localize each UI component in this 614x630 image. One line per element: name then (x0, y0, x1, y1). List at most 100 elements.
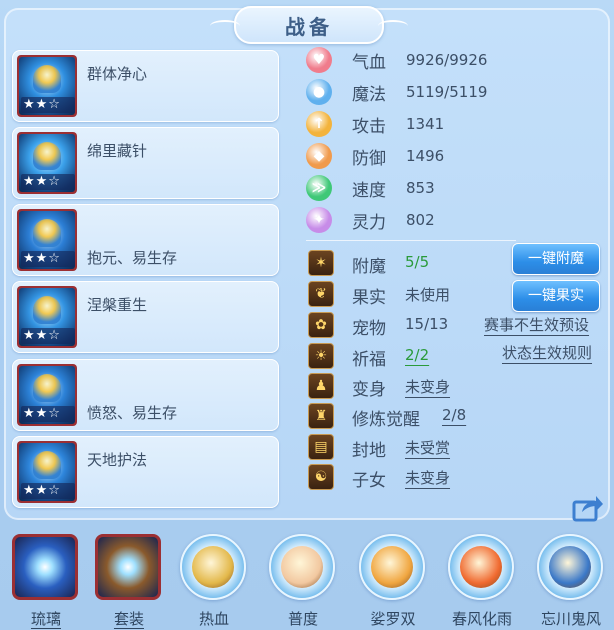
skill-name: 涅槃重生 (87, 296, 148, 314)
star-rating: ★★☆ (21, 328, 75, 344)
stat-label: 魔法 (352, 84, 386, 105)
skill-thumbnail: ★★☆ (17, 55, 77, 117)
stat-label: 防御 (352, 148, 386, 169)
skill-card[interactable]: ★★☆ 群体净心 (12, 50, 279, 122)
sword-icon: ↑ (306, 111, 332, 137)
stat-row: ● 魔法 5119/5119 (306, 78, 606, 106)
star-rating: ★★☆ (21, 483, 75, 499)
tab-label: 热血 (198, 610, 229, 628)
enchant-icon: ✶ (308, 250, 334, 276)
stat-label: 灵力 (352, 212, 386, 233)
status-label: 宠物 (352, 319, 386, 339)
stat-label: 速度 (352, 180, 386, 201)
skill-name: 群体净心 (87, 65, 148, 83)
fruit-icon: ❦ (308, 281, 334, 307)
status-label: 子女 (352, 471, 386, 491)
star-rating: ★★☆ (21, 406, 75, 422)
star-rating: ★★☆ (21, 97, 75, 113)
stat-value: 802 (406, 211, 435, 229)
stat-label: 气血 (352, 52, 386, 73)
stat-value: 1496 (406, 147, 445, 165)
bottom-tab[interactable]: 忘川鬼风 (531, 526, 611, 630)
child-icon: ☯ (308, 464, 334, 490)
stat-value: 9926/9926 (406, 51, 488, 69)
page-title: 战备 (285, 14, 333, 39)
mana-icon: ● (306, 79, 332, 105)
status-label: 变身 (352, 380, 386, 400)
skill-card[interactable]: ★★☆ 抱元、易生存 (12, 204, 279, 276)
status-row: ♟ 变身 未变身 (308, 371, 608, 401)
status-effect-rules-link[interactable]: 状态生效规则 (502, 342, 592, 363)
status-label: 修炼觉醒 (352, 410, 420, 430)
bottom-tab[interactable]: 琉璃 (6, 526, 86, 630)
hot-blood-icon (180, 534, 246, 600)
transform-icon: ♟ (308, 373, 334, 399)
status-row: ▤ 封地 未受赏 (308, 432, 608, 462)
bottom-tab[interactable]: 春风化雨 (442, 526, 522, 630)
stat-value: 853 (406, 179, 435, 197)
stat-row: ↑ 攻击 1341 (306, 110, 606, 138)
skill-name: 抱元、易生存 (87, 249, 178, 267)
stat-value: 1341 (406, 115, 445, 133)
skill-thumbnail: ★★☆ (17, 286, 77, 348)
status-value[interactable]: 未变身 (405, 467, 450, 488)
ghost-wind-icon (537, 534, 603, 600)
bottom-tab[interactable]: 普度 (263, 526, 343, 630)
tab-label: 普度 (287, 610, 318, 628)
skill-thumbnail: ★★☆ (17, 209, 77, 271)
skill-art-icon: ★★☆ (19, 211, 75, 269)
heart-icon: ♥ (306, 47, 332, 73)
status-value[interactable]: 2/8 (442, 406, 466, 424)
blessing-icon: ☀ (308, 343, 334, 369)
status-value[interactable]: 2/2 (405, 346, 429, 364)
event-no-effect-preset-link[interactable]: 赛事不生效预设 (484, 314, 589, 335)
bottom-tab[interactable]: 娑罗双 (353, 526, 433, 630)
shield-icon: ◆ (306, 143, 332, 169)
status-label: 祈福 (352, 350, 386, 370)
bottom-tab-bar: 琉璃 套装 热血 普度 娑罗双 春风化雨 忘川鬼风 (0, 526, 614, 630)
status-value[interactable]: 未变身 (405, 376, 450, 397)
status-value: 5/5 (405, 253, 430, 271)
skill-art-icon: ★★☆ (19, 134, 75, 192)
sala-icon (359, 534, 425, 600)
skill-name: 天地护法 (87, 451, 148, 469)
status-value: 未使用 (405, 286, 451, 304)
skill-card[interactable]: ★★☆ 天地护法 (12, 436, 279, 508)
stat-row: ✦ 灵力 802 (306, 206, 606, 234)
title-right-ornament (378, 20, 408, 32)
speed-icon: ≫ (306, 175, 332, 201)
title-left-ornament (210, 20, 240, 32)
status-value: 15/13 (405, 315, 449, 333)
status-label: 附魔 (352, 257, 386, 277)
skill-name: 愤怒、易生存 (87, 404, 178, 422)
bottom-tab[interactable]: 套装 (89, 526, 169, 630)
skill-art-icon: ★★☆ (19, 57, 75, 115)
title-plaque: 战备 (210, 6, 408, 44)
one-click-enchant-button[interactable]: 一键附魔 (512, 243, 600, 275)
stat-row: ♥ 气血 9926/9926 (306, 46, 606, 74)
skill-art-icon: ★★☆ (19, 366, 75, 424)
stats-divider (306, 240, 516, 241)
skill-name: 绵里藏针 (87, 142, 148, 160)
bottom-tab[interactable]: 热血 (174, 526, 254, 630)
skill-card[interactable]: ★★☆ 绵里藏针 (12, 127, 279, 199)
stat-row: ≫ 速度 853 (306, 174, 606, 202)
suit-icon (95, 534, 161, 600)
tab-label: 忘川鬼风 (540, 610, 601, 628)
skill-card[interactable]: ★★☆ 愤怒、易生存 (12, 359, 279, 431)
stat-value: 5119/5119 (406, 83, 488, 101)
status-label: 果实 (352, 288, 386, 308)
skill-card[interactable]: ★★☆ 涅槃重生 (12, 281, 279, 353)
pet-icon: ✿ (308, 312, 334, 338)
tab-label: 琉璃 (30, 610, 61, 628)
skill-art-icon: ★★☆ (19, 288, 75, 346)
share-icon[interactable] (572, 494, 604, 522)
spirit-icon: ✦ (306, 207, 332, 233)
tab-label: 春风化雨 (451, 610, 512, 628)
glaze-icon (12, 534, 78, 600)
status-row: ♜ 修炼觉醒 2/8 (308, 401, 608, 431)
status-value[interactable]: 未受赏 (405, 437, 450, 458)
one-click-fruit-button[interactable]: 一键果实 (512, 280, 600, 312)
spring-rain-icon (448, 534, 514, 600)
star-rating: ★★☆ (21, 174, 75, 190)
